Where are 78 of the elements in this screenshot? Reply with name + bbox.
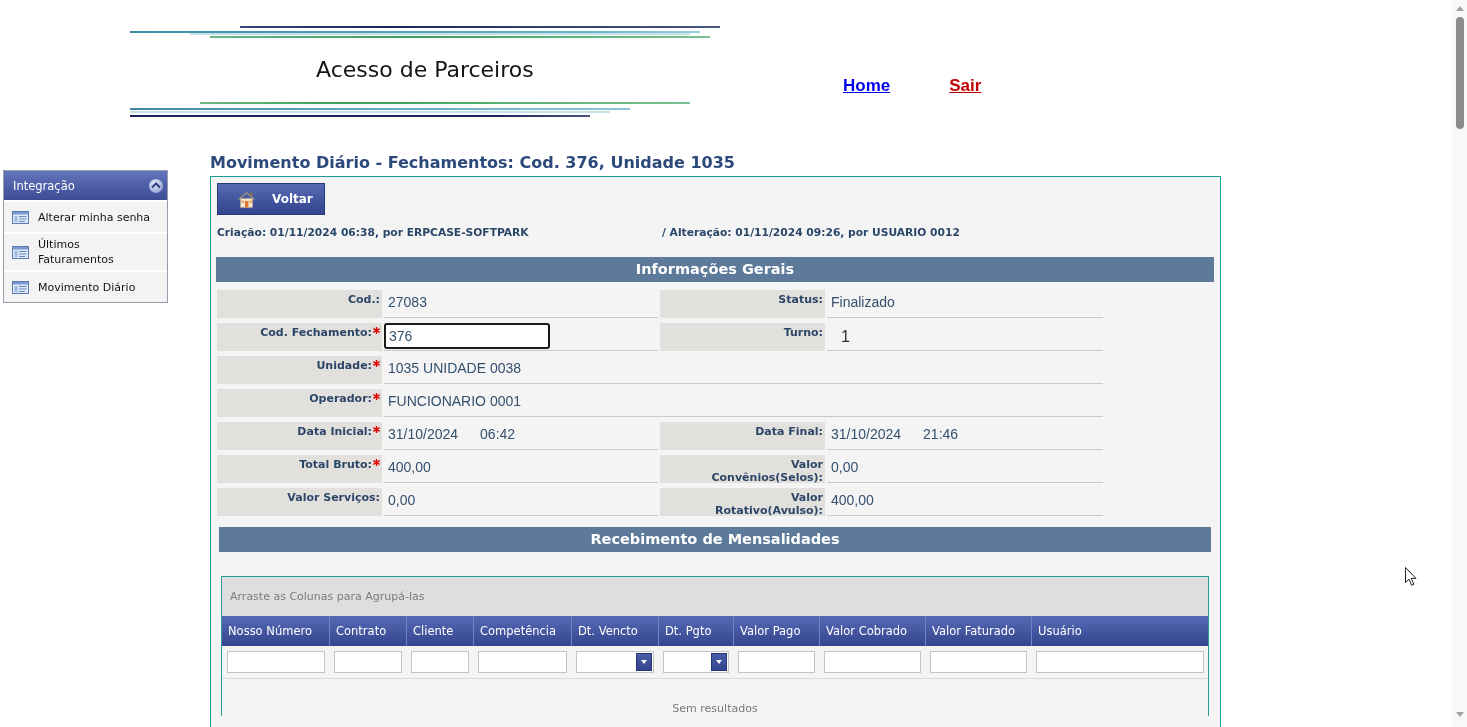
time-value: 21:46	[923, 425, 959, 443]
field-label: Unidade:	[316, 359, 372, 372]
altered-info-text: / Alteração: 01/11/2024 09:26, por USUARIO 0012	[662, 226, 960, 240]
column-header[interactable]: Valor Cobrado	[819, 616, 925, 646]
field-label: Valor Serviços:	[287, 491, 380, 504]
code-input[interactable]: 376	[384, 323, 550, 349]
sidebar-title: Integração	[13, 178, 75, 193]
field-label: Total Bruto:	[299, 458, 372, 471]
field-value: 27083	[388, 293, 427, 311]
column-header[interactable]: Dt. Vencto	[571, 616, 658, 646]
list-window-icon	[12, 280, 29, 294]
filter-dropdown[interactable]	[576, 651, 654, 673]
nav-link[interactable]: Sair	[949, 76, 982, 96]
scrollbar-thumb[interactable]	[1455, 17, 1464, 129]
back-button[interactable]: Voltar	[217, 183, 325, 215]
dropdown-button[interactable]	[711, 653, 727, 671]
nav-link[interactable]: Home	[843, 76, 891, 96]
column-header[interactable]: Cliente	[406, 616, 473, 646]
section-header: Informações Gerais	[216, 257, 1214, 282]
field-label: Valor Convênios(Selos):	[711, 458, 823, 484]
column-header[interactable]: Usuário	[1031, 616, 1208, 646]
scrollbar[interactable]	[1452, 0, 1467, 727]
collapse-button[interactable]	[149, 178, 163, 193]
list-window-icon	[12, 245, 29, 259]
field-value: 0,00	[831, 458, 859, 476]
created-info-text: Criação: 01/11/2024 06:38, por ERPCASE-SOFTPARK	[217, 226, 529, 240]
field-label: Status:	[778, 293, 823, 306]
field-label: Cod. Fechamento:	[260, 326, 372, 339]
filter-input[interactable]	[478, 651, 567, 673]
list-window-icon	[12, 210, 29, 224]
filter-dropdown[interactable]	[663, 651, 729, 673]
sidebar-item-label: Últimos Faturamentos	[38, 237, 115, 267]
column-header[interactable]: Dt. Pgto	[658, 616, 733, 646]
filter-input[interactable]	[334, 651, 402, 673]
sidebar-item[interactable]: Movimento Diário	[4, 270, 167, 302]
banner-title: Acesso de Parceiros	[316, 57, 534, 83]
caret-icon	[716, 660, 722, 664]
filter-input[interactable]	[824, 651, 921, 673]
time-value: 06:42	[480, 425, 516, 443]
field-value: Finalizado	[831, 293, 895, 311]
mouse-pointer-icon	[1405, 567, 1417, 586]
group-by-panel: Arraste as Colunas para Agrupá-las	[222, 577, 1208, 616]
dropdown-button[interactable]	[636, 653, 652, 671]
sidebar-item-label: Movimento Diário	[38, 279, 137, 295]
field-value: 400,00	[831, 491, 874, 509]
column-header[interactable]: Contrato	[329, 616, 406, 646]
caret-icon	[641, 660, 647, 664]
field-label: Data Final:	[755, 425, 823, 438]
sidebar-item-label: Alterar minha senha	[38, 209, 152, 225]
column-header[interactable]: Valor Faturado	[925, 616, 1031, 646]
field-label: Data Inicial:	[297, 425, 372, 438]
sidebar-item[interactable]: Alterar minha senha	[4, 200, 167, 232]
scroll-up-arrow-icon[interactable]	[1455, 6, 1464, 11]
section-header: Recebimento de Mensalidades	[219, 527, 1211, 552]
empty-message: Sem resultados	[672, 702, 758, 715]
column-header[interactable]: Valor Pago	[733, 616, 819, 646]
filter-input[interactable]	[411, 651, 469, 673]
field-label: Turno:	[783, 326, 823, 339]
filter-input[interactable]	[930, 651, 1027, 673]
field-label: Cod.:	[347, 293, 380, 306]
field-value: 1035 UNIDADE 0038	[388, 359, 522, 377]
column-header[interactable]: Competência	[473, 616, 571, 646]
field-label: Operador:	[309, 392, 372, 405]
sidebar-item[interactable]: Últimos Faturamentos	[4, 232, 167, 270]
field-value: 1	[840, 327, 850, 346]
column-header[interactable]: Nosso Número	[222, 616, 329, 646]
scroll-down-arrow-icon[interactable]	[1455, 712, 1464, 717]
page-title: Movimento Diário - Fechamentos: Cod. 376, Unidade 1035	[210, 152, 735, 174]
field-value: 0,00	[388, 491, 416, 509]
filter-input[interactable]	[227, 651, 325, 673]
field-value: 400,00	[388, 458, 431, 476]
field-label: Valor Rotativo(Avulso):	[715, 491, 823, 517]
date-value: 31/10/2024	[831, 425, 902, 443]
date-value: 31/10/2024	[388, 425, 459, 443]
field-value: FUNCIONARIO 0001	[388, 392, 522, 410]
filter-input[interactable]	[738, 651, 815, 673]
house-icon	[237, 190, 256, 208]
filter-input[interactable]	[1036, 651, 1204, 673]
